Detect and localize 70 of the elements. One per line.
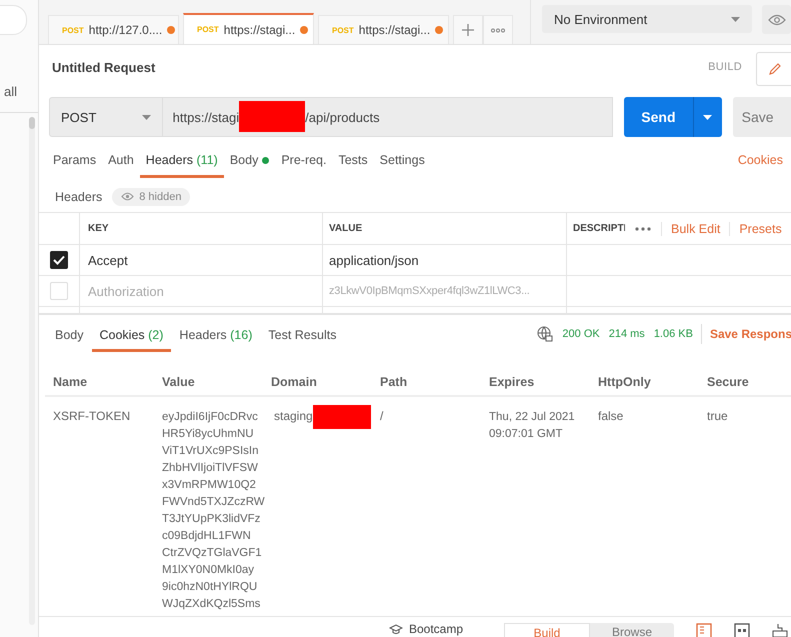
more-tabs-button[interactable]	[483, 15, 513, 44]
column-header: Secure	[706, 375, 750, 389]
column-header: HttpOnly	[597, 375, 652, 389]
table-cell-text: eyJpdiI6IjF0cDRvc HR5Yi8ycUhmNU ViT1VrUXc9PSIsIn ZhbHVlIjoiTlVFSW x3VmRPMW10Q2 FWVnd5TXJZczRW T3JtYUpPK3lidVFz c09BdjdHL1FWN CtrZVQzTGlaVGF1 M1lXY0N0MkI0ay 9ic0hzN0tHYlRQU WJqZXdKQzl5Sms	[161, 410, 266, 612]
checkbox[interactable]	[50, 251, 68, 269]
layout-icon[interactable]	[734, 623, 750, 637]
more-icon	[491, 28, 505, 32]
caret-icon	[703, 114, 712, 120]
section-tab[interactable]: Headers (11)	[140, 147, 224, 178]
table-cell: Authorization	[88, 284, 164, 298]
method-select[interactable]: POST	[49, 97, 163, 137]
eye-button[interactable]	[762, 5, 791, 34]
section-tab[interactable]: Params	[47, 147, 102, 178]
table-cell-text: false	[597, 409, 624, 425]
column-header: Path	[379, 375, 408, 389]
section-tab[interactable]: Tests	[332, 147, 374, 178]
request-tab[interactable]: POST https://stagi...	[183, 13, 314, 44]
redaction-mark	[239, 100, 306, 132]
edit-button[interactable]	[756, 52, 791, 86]
table-cell-text: true	[706, 409, 729, 425]
filter-label[interactable]: all	[4, 84, 18, 99]
bootcamp-button[interactable]: Bootcamp	[389, 617, 504, 636]
response-tab[interactable]: Headers (16)	[171, 322, 260, 352]
table-cell-text: Thu, 22 Jul 2021 09:07:01 GMT	[488, 410, 576, 442]
more-icon[interactable]	[635, 226, 651, 230]
table-cell: Accept	[88, 252, 128, 268]
response-tab[interactable]: Test Results	[260, 322, 344, 352]
status-code: 200 OK	[562, 328, 600, 340]
request-title: Untitled Request	[52, 60, 156, 74]
column-header: KEY	[80, 213, 323, 244]
request-tab[interactable]: POST http://127.0....	[48, 15, 179, 44]
eye-icon	[121, 192, 134, 201]
section-tab[interactable]: Settings	[374, 147, 431, 178]
plus-icon	[461, 23, 475, 37]
table-cell: application/json	[329, 252, 419, 268]
column-header: Value	[161, 375, 196, 389]
keyboard-icon[interactable]	[772, 623, 788, 637]
response-tab[interactable]: Body	[47, 322, 92, 352]
table-cell: z3LkwV0IpBMqmSXxper4fql3wZ1lLWC3...	[329, 285, 530, 297]
panel-icon[interactable]	[696, 623, 712, 637]
response-size: 1.06 KB	[654, 328, 693, 340]
response-tab[interactable]: Cookies (2)	[92, 322, 172, 352]
table-cell-text: XSRF-TOKEN	[52, 409, 132, 425]
headers-label: Headers	[55, 190, 102, 204]
mode-toggle[interactable]: Browse	[590, 623, 674, 637]
send-button[interactable]: Send	[624, 97, 722, 137]
response-time: 214 ms	[608, 328, 645, 340]
section-tab[interactable]: Pre-req.	[275, 147, 332, 178]
column-header: VALUE	[323, 213, 567, 244]
eye-icon	[768, 14, 786, 26]
scrollbar[interactable]	[29, 117, 35, 625]
globe-icon	[537, 326, 554, 342]
column-header: Name	[52, 375, 88, 389]
section-tab[interactable]: Auth	[102, 147, 140, 178]
url-field[interactable]: https://stagi /api/products	[162, 97, 614, 137]
save-button[interactable]: Save	[732, 97, 791, 137]
table-cell-text: /	[379, 409, 384, 425]
mode-label: BUILD	[708, 61, 742, 73]
column-header: Expires	[488, 375, 536, 389]
table-cell: staging	[274, 409, 313, 423]
section-tab[interactable]: Body	[224, 147, 276, 178]
column-header: Domain	[270, 375, 318, 389]
redaction-mark	[312, 405, 371, 429]
new-tab-button[interactable]	[453, 15, 483, 44]
environment-select[interactable]: No Environment	[542, 5, 752, 33]
request-tab[interactable]: POST https://stagi...	[318, 15, 449, 44]
caret-icon	[142, 114, 151, 120]
graduation-cap-icon	[389, 624, 403, 634]
caret-icon	[731, 16, 740, 22]
pencil-icon	[768, 62, 782, 76]
